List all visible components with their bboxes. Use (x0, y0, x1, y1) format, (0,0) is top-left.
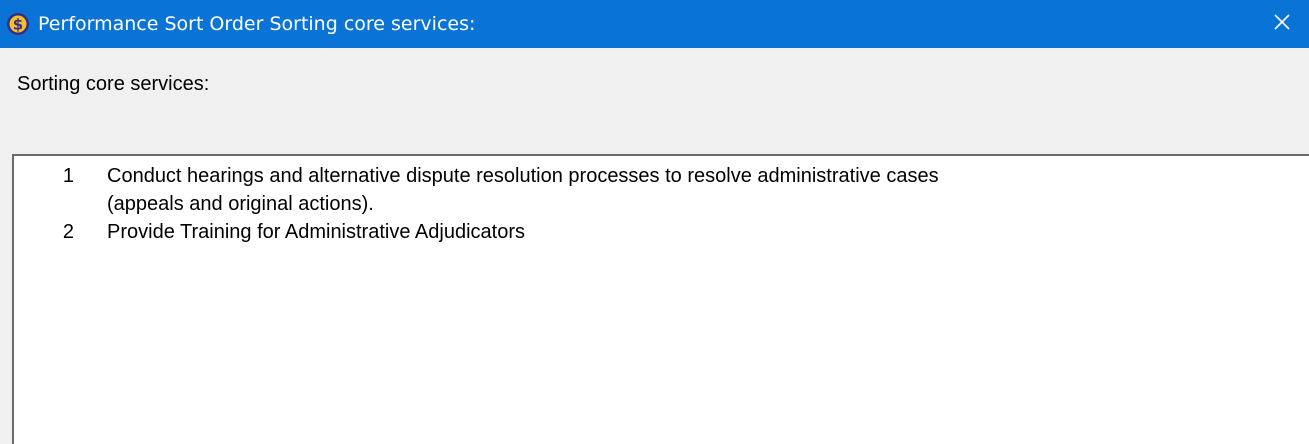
item-number: 2 (62, 221, 74, 243)
item-number: 1 (62, 165, 74, 187)
close-icon (1273, 13, 1291, 36)
item-text: Provide Training for Administrative Adju… (107, 218, 1207, 246)
list-item[interactable]: 2 Provide Training for Administrative Ad… (14, 218, 1309, 246)
item-text: Conduct hearings and alternative dispute… (107, 162, 1207, 218)
item-text-line: Conduct hearings and alternative dispute… (107, 165, 939, 187)
list-item[interactable]: 1 Conduct hearings and alternative dispu… (14, 162, 1309, 218)
item-text-line: Provide Training for Administrative Adju… (107, 221, 525, 243)
title-bar[interactable]: $ Performance Sort Order Sorting core se… (0, 0, 1309, 48)
item-text-line: (appeals and original actions). (107, 193, 374, 215)
window-title: Performance Sort Order Sorting core serv… (38, 13, 476, 35)
svg-text:$: $ (13, 16, 23, 34)
services-listbox[interactable]: 1 Conduct hearings and alternative dispu… (12, 154, 1309, 444)
close-button[interactable] (1255, 0, 1309, 48)
prompt-label: Sorting core services: (17, 73, 210, 95)
dollar-coin-icon[interactable]: $ (6, 12, 30, 36)
